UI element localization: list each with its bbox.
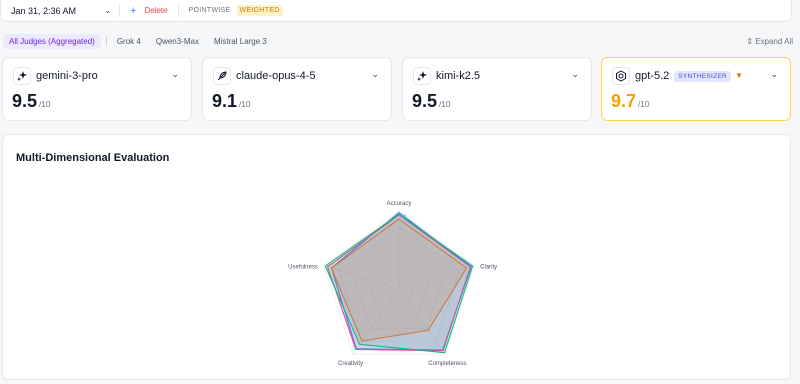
chevron-down-icon[interactable]: ⌄ bbox=[571, 69, 579, 80]
date-label: Jan 31, 2:36 AM bbox=[11, 5, 77, 16]
model-card-gemini-3-pro[interactable]: gemini-3-pro ⌄ 9.5/10 bbox=[2, 57, 192, 121]
score-value: 9.5 bbox=[412, 91, 438, 111]
score-value: 9.5 bbox=[12, 91, 38, 111]
model-name: gpt-5.2 bbox=[635, 70, 670, 82]
model-name-row: gpt-5.2 SYNTHESIZER ▼ bbox=[635, 70, 743, 82]
expand-all-label: Expand All bbox=[755, 36, 793, 46]
model-name: kimi-k2.5 bbox=[436, 70, 481, 82]
mode-label[interactable]: POINTWISE bbox=[189, 7, 231, 14]
chevron-down-icon: ⌄ bbox=[104, 6, 111, 15]
model-card-kimi-k2-5[interactable]: kimi-k2.5 ⌄ 9.5/10 bbox=[402, 57, 592, 121]
judge-tabs: All Judges (Aggregated) Grok 4 Qwen3-Max… bbox=[3, 33, 793, 49]
model-name: claude-opus-4-5 bbox=[236, 70, 316, 82]
tab-grok-4[interactable]: Grok 4 bbox=[111, 34, 147, 49]
divider bbox=[119, 4, 120, 17]
tab-qwen3-max[interactable]: Qwen3-Max bbox=[150, 34, 205, 49]
radar-axis-label: Completeness bbox=[428, 361, 466, 367]
date-select[interactable]: Jan 31, 2:36 AM ⌄ bbox=[1, 6, 119, 16]
score-denominator: /10 bbox=[638, 100, 650, 109]
expand-all-button[interactable]: ⇕ Expand All bbox=[746, 37, 793, 46]
model-score: 9.1/10 bbox=[212, 91, 250, 112]
sparkle-icon bbox=[413, 67, 431, 85]
score-denominator: /10 bbox=[39, 100, 51, 109]
score-denominator: /10 bbox=[239, 100, 251, 109]
score-value: 9.1 bbox=[212, 91, 238, 111]
model-cards: gemini-3-pro ⌄ 9.5/10 claude-opus-4-5 ⌄ … bbox=[2, 57, 792, 121]
hexagon-icon bbox=[612, 67, 630, 85]
chevron-down-icon[interactable]: ⌄ bbox=[371, 69, 379, 80]
model-score: 9.7/10 bbox=[611, 91, 649, 112]
sparkle-icon bbox=[13, 67, 31, 85]
divider bbox=[177, 4, 179, 17]
radar-series-area bbox=[324, 213, 474, 354]
delete-button[interactable]: Delete bbox=[144, 6, 167, 15]
radar-axis-label: Accuracy bbox=[387, 201, 412, 207]
radar-axis-label: Clarity bbox=[480, 265, 497, 271]
radar-axis-label: Creativity bbox=[338, 361, 363, 367]
model-score: 9.5/10 bbox=[412, 91, 450, 112]
feather-icon bbox=[213, 67, 231, 85]
model-card-gpt-5-2[interactable]: gpt-5.2 SYNTHESIZER ▼ ⌄ 9.7/10 bbox=[601, 57, 791, 121]
trophy-icon: ▼ bbox=[735, 71, 743, 80]
evaluation-panel: Multi-Dimensional Evaluation 10 Accuracy C… bbox=[2, 134, 791, 380]
model-score: 9.5/10 bbox=[12, 91, 50, 112]
add-button[interactable]: + bbox=[130, 5, 136, 17]
model-card-claude-opus-4-5[interactable]: claude-opus-4-5 ⌄ 9.1/10 bbox=[202, 57, 392, 121]
radar-tick-label: 10 bbox=[401, 214, 407, 220]
score-denominator: /10 bbox=[439, 100, 451, 109]
model-name: gemini-3-pro bbox=[36, 70, 98, 82]
tab-mistral-large-3[interactable]: Mistral Large 3 bbox=[208, 34, 273, 49]
synthesizer-badge: SYNTHESIZER bbox=[674, 71, 732, 82]
radar-chart: 10 Accuracy Clarity Completeness Creativity U… bbox=[288, 201, 497, 367]
chevron-down-icon[interactable]: ⌄ bbox=[171, 69, 179, 80]
radar-axis-label: Usefulness bbox=[288, 265, 318, 271]
chevron-down-icon[interactable]: ⌄ bbox=[770, 69, 778, 80]
divider bbox=[105, 36, 107, 46]
tab-all-judges[interactable]: All Judges (Aggregated) bbox=[3, 33, 101, 49]
score-value: 9.7 bbox=[611, 91, 637, 111]
expand-icon: ⇕ bbox=[746, 36, 756, 46]
weighted-badge[interactable]: WEIGHTED bbox=[236, 5, 283, 16]
toolbar: Jan 31, 2:36 AM ⌄ + Delete POINTWISE WEI… bbox=[0, 0, 792, 22]
